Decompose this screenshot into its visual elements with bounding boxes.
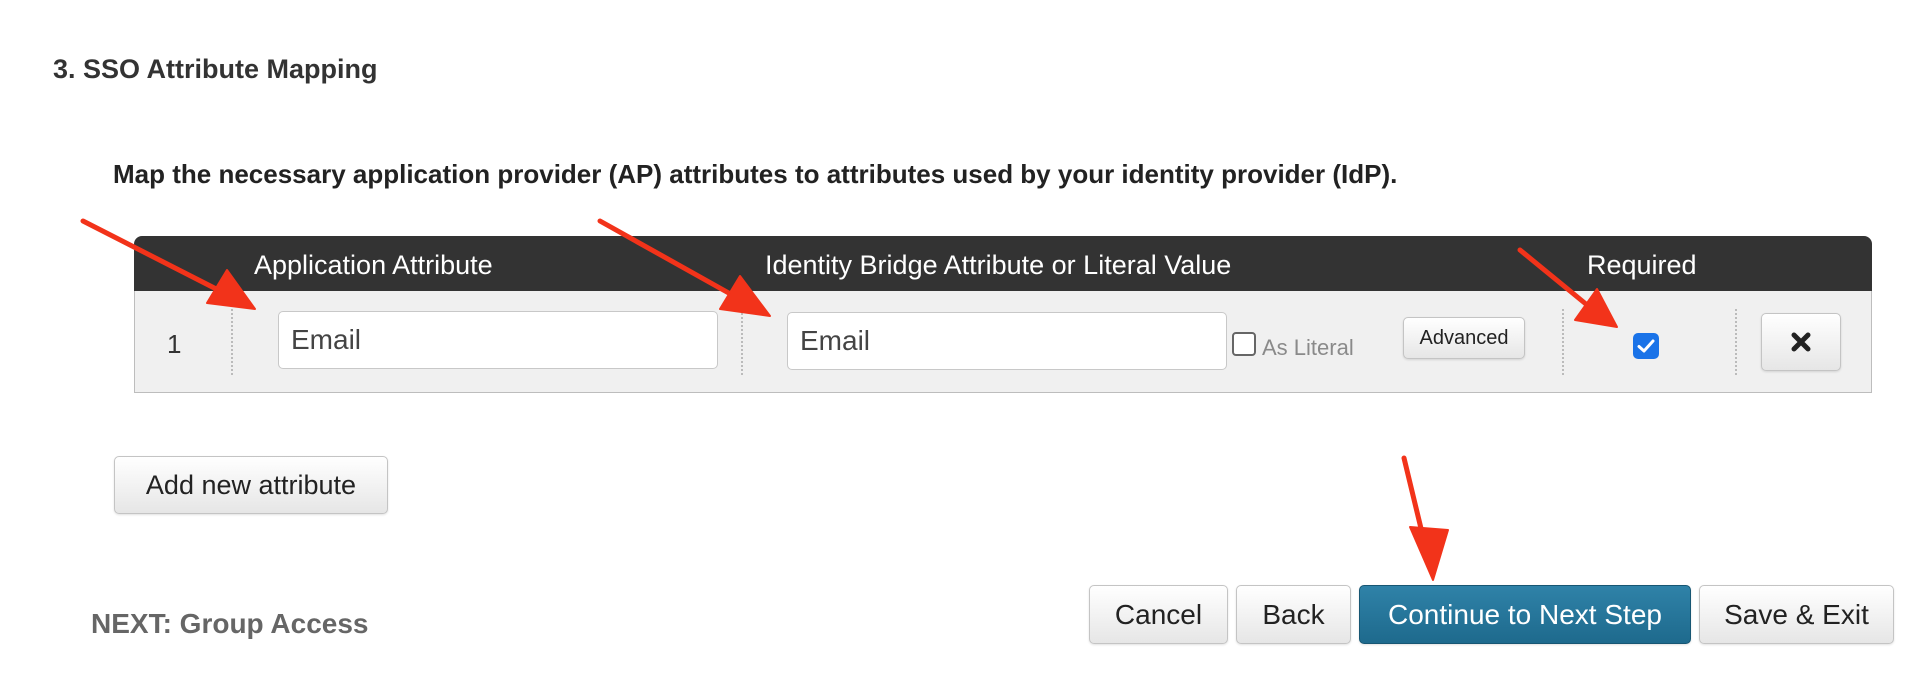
annotation-arrows [80, 218, 1618, 581]
annotation-arrow [1401, 455, 1449, 581]
annotation-arrow [80, 218, 256, 310]
annotation-arrow [597, 218, 771, 317]
annotation-arrow [1517, 247, 1618, 328]
